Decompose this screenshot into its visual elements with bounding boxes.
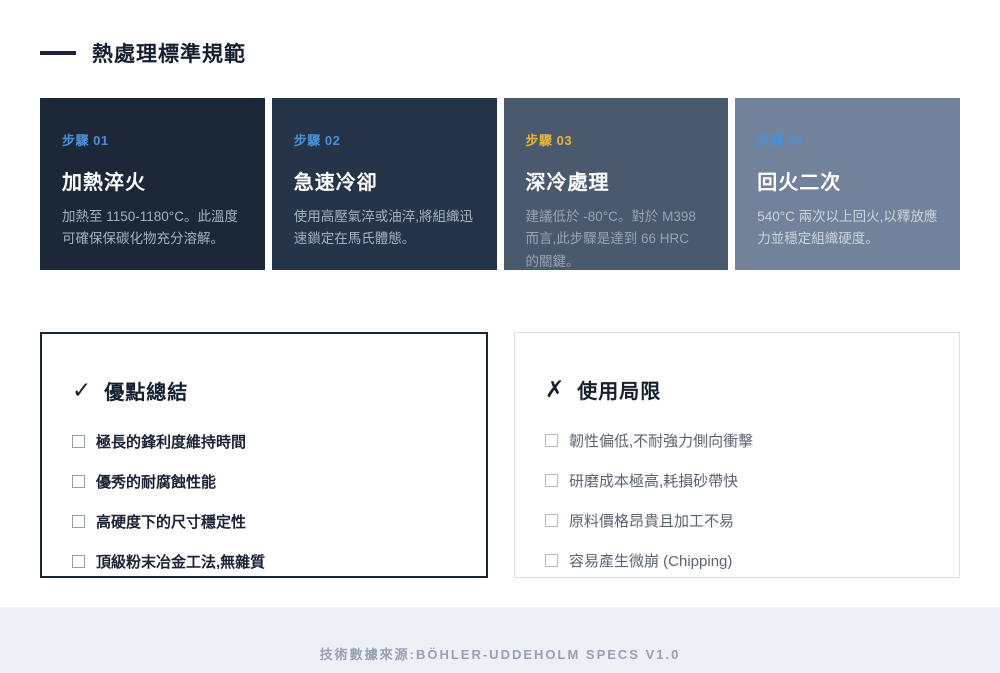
list-item: 優秀的耐腐蝕性能 <box>72 471 456 492</box>
list-item: 高硬度下的尺寸穩定性 <box>72 511 456 532</box>
checkbox-icon <box>545 434 558 447</box>
step-label: 步驟 04 <box>757 130 938 149</box>
list-item: 韌性偏低,不耐強力側向衝擊 <box>545 430 929 451</box>
step-label: 步驟 01 <box>62 130 243 149</box>
pros-list: 極長的鋒利度維持時間 優秀的耐腐蝕性能 高硬度下的尺寸穩定性 頂級粉末冶金工法,… <box>72 431 456 572</box>
cross-icon: ✗ <box>545 378 564 401</box>
cons-box-title: 使用局限 <box>577 375 661 404</box>
checkbox-icon <box>72 475 85 488</box>
checkbox-icon <box>545 554 558 567</box>
step-title: 深冷處理 <box>526 166 707 195</box>
cons-box-header: ✗ 使用局限 <box>545 375 929 404</box>
title-dash-icon <box>40 51 76 55</box>
checkbox-icon <box>72 515 85 528</box>
cons-list: 韌性偏低,不耐強力側向衝擊 研磨成本極高,耗損砂帶快 原料價格昂貴且加工不易 容… <box>545 430 929 571</box>
step-title: 加熱淬火 <box>62 166 243 195</box>
step-description: 使用高壓氣淬或油淬,將組織迅速鎖定在馬氏體態。 <box>294 206 475 251</box>
step-description: 建議低於 -80°C。對於 M398 而言,此步驟是達到 66 HRC 的關鍵。 <box>526 206 707 273</box>
step-cards-row: 步驟 01 加熱淬火 加熱至 1150-1180°C。此溫度可確保保碳化物充分溶… <box>40 98 960 270</box>
step-card-3: 步驟 03 深冷處理 建議低於 -80°C。對於 M398 而言,此步驟是達到 … <box>504 98 729 270</box>
step-description: 540°C 兩次以上回火,以釋放應力並穩定組織硬度。 <box>757 206 938 251</box>
list-item: 極長的鋒利度維持時間 <box>72 431 456 452</box>
step-label: 步驟 02 <box>294 130 475 149</box>
list-item-label: 研磨成本極高,耗損砂帶快 <box>569 470 738 491</box>
checkbox-icon <box>545 514 558 527</box>
page-header: 熱處理標準規範 <box>0 0 1000 68</box>
data-source-text: 技術數據來源:BÖHLER-UDDEHOLM SPECS V1.0 <box>320 644 681 663</box>
pros-box-header: ✓ 優點總結 <box>72 376 456 405</box>
step-card-4: 步驟 04 回火二次 540°C 兩次以上回火,以釋放應力並穩定組織硬度。 <box>735 98 960 270</box>
list-item-label: 韌性偏低,不耐強力側向衝擊 <box>569 430 753 451</box>
summary-boxes-row: ✓ 優點總結 極長的鋒利度維持時間 優秀的耐腐蝕性能 高硬度下的尺寸穩定性 頂級… <box>40 332 960 578</box>
step-title: 回火二次 <box>757 166 938 195</box>
page-footer: 技術數據來源:BÖHLER-UDDEHOLM SPECS V1.0 <box>0 607 1000 673</box>
step-title: 急速冷卻 <box>294 166 475 195</box>
list-item-label: 優秀的耐腐蝕性能 <box>96 471 216 492</box>
checkbox-icon <box>545 474 558 487</box>
list-item-label: 極長的鋒利度維持時間 <box>96 431 246 452</box>
list-item: 頂級粉末冶金工法,無雜質 <box>72 551 456 572</box>
pros-box-title: 優點總結 <box>104 376 188 405</box>
list-item: 容易產生微崩 (Chipping) <box>545 550 929 571</box>
page-title: 熱處理標準規範 <box>92 38 246 68</box>
step-description: 加熱至 1150-1180°C。此溫度可確保保碳化物充分溶解。 <box>62 206 243 251</box>
list-item-label: 頂級粉末冶金工法,無雜質 <box>96 551 265 572</box>
checkbox-icon <box>72 555 85 568</box>
step-card-1: 步驟 01 加熱淬火 加熱至 1150-1180°C。此溫度可確保保碳化物充分溶… <box>40 98 265 270</box>
list-item-label: 容易產生微崩 (Chipping) <box>569 550 732 571</box>
list-item-label: 高硬度下的尺寸穩定性 <box>96 511 246 532</box>
list-item-label: 原料價格昂貴且加工不易 <box>569 510 734 531</box>
checkmark-icon: ✓ <box>72 379 91 402</box>
step-card-2: 步驟 02 急速冷卻 使用高壓氣淬或油淬,將組織迅速鎖定在馬氏體態。 <box>272 98 497 270</box>
cons-box: ✗ 使用局限 韌性偏低,不耐強力側向衝擊 研磨成本極高,耗損砂帶快 原料價格昂貴… <box>514 332 960 578</box>
list-item: 研磨成本極高,耗損砂帶快 <box>545 470 929 491</box>
list-item: 原料價格昂貴且加工不易 <box>545 510 929 531</box>
pros-box: ✓ 優點總結 極長的鋒利度維持時間 優秀的耐腐蝕性能 高硬度下的尺寸穩定性 頂級… <box>40 332 488 578</box>
step-label: 步驟 03 <box>526 130 707 149</box>
checkbox-icon <box>72 435 85 448</box>
